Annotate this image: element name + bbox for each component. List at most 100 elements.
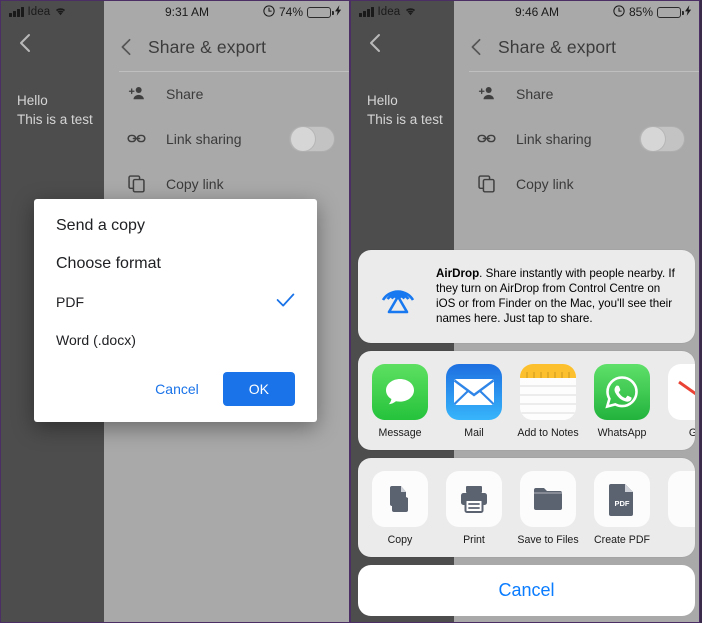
folder-icon: [520, 471, 576, 527]
pdf-file-icon: PDF: [594, 471, 650, 527]
menu-item-label: Share: [166, 85, 204, 102]
document-line-2: This is a test: [367, 112, 443, 127]
ok-button[interactable]: OK: [222, 372, 295, 406]
more-icon: [668, 471, 695, 527]
menu-item-label: Link sharing: [516, 130, 592, 147]
action-more[interactable]: [666, 471, 695, 546]
share-sheet-cancel-button[interactable]: Cancel: [358, 565, 695, 616]
status-bar-right-group: 74%: [263, 1, 342, 23]
person-add-icon: [126, 83, 160, 104]
link-icon: [126, 128, 160, 149]
menu-item-label: Link sharing: [166, 130, 242, 147]
print-icon: [446, 471, 502, 527]
share-menu-right: Share Link sharing Copy link: [454, 71, 699, 206]
dialog-subtitle: Choose format: [56, 255, 161, 272]
action-print[interactable]: Print: [444, 471, 504, 546]
screenshot-root: Idea 9:31 AM 74% Share & export Hello Th…: [0, 0, 702, 623]
bolt-icon: [685, 5, 692, 19]
menu-item-label: Copy link: [166, 175, 224, 192]
document-body-right: Hello This is a test: [367, 91, 443, 129]
menu-item-label: Copy link: [516, 175, 574, 192]
airdrop-title: AirDrop: [436, 267, 480, 280]
action-label: Save to Files: [517, 534, 579, 546]
alarm-icon: [263, 4, 275, 20]
action-label: Create PDF: [594, 534, 650, 546]
cancel-button[interactable]: Cancel: [141, 373, 213, 405]
svg-text:PDF: PDF: [615, 499, 630, 508]
document-line-1: Hello: [17, 93, 48, 108]
menu-item-copy-link-right[interactable]: Copy link: [454, 161, 699, 206]
menu-item-share-right[interactable]: Share: [454, 71, 699, 116]
status-bar-right: Idea 9:46 AM 85%: [351, 1, 699, 23]
copy-action-icon: [372, 471, 428, 527]
share-target-label: Message: [378, 427, 422, 439]
menu-item-label: Share: [516, 85, 554, 102]
format-option-label: Word (.docx): [56, 332, 136, 348]
status-bar-left: Idea 9:31 AM 74%: [1, 1, 349, 23]
check-icon: [276, 293, 295, 310]
document-back-button-right[interactable]: [365, 31, 385, 60]
share-menu-left: Share Link sharing Copy link: [104, 71, 349, 206]
action-create-pdf[interactable]: PDF Create PDF: [592, 471, 652, 546]
messages-icon: [372, 364, 428, 420]
format-option-word[interactable]: Word (.docx): [56, 332, 295, 348]
bolt-icon: [335, 5, 342, 19]
document-line-1: Hello: [367, 93, 398, 108]
share-target-message[interactable]: Message: [370, 364, 430, 439]
action-label: Print: [463, 534, 485, 546]
share-sheet-apps-card: Message Mail Add to Notes WhatsApp: [358, 351, 695, 450]
battery-icon: [657, 6, 684, 18]
menu-item-share-left[interactable]: Share: [104, 71, 349, 116]
share-target-notes[interactable]: Add to Notes: [517, 364, 579, 439]
link-sharing-toggle-left[interactable]: [289, 125, 335, 152]
share-target-label: Mail: [464, 427, 484, 439]
ios-share-sheet: AirDrop. Share instantly with people nea…: [358, 250, 695, 622]
phone-screen-right: Idea 9:46 AM 85% Share & export Hello Th…: [350, 0, 700, 623]
share-target-label: Add to Notes: [517, 427, 579, 439]
menu-item-link-sharing-left[interactable]: Link sharing: [104, 116, 349, 161]
person-add-icon: [476, 83, 510, 104]
airdrop-icon: [372, 270, 424, 327]
back-button-right[interactable]: [454, 36, 498, 58]
share-actions-row[interactable]: Copy Print Save to Files PDF Create PDF: [358, 458, 695, 557]
format-option-pdf[interactable]: PDF: [56, 293, 295, 310]
document-line-2: This is a test: [17, 112, 93, 127]
battery-percent-label: 74%: [278, 5, 303, 19]
link-icon: [476, 128, 510, 149]
action-save-to-files[interactable]: Save to Files: [517, 471, 579, 546]
alarm-icon: [613, 4, 625, 20]
copy-icon: [476, 173, 510, 194]
share-target-whatsapp[interactable]: WhatsApp: [592, 364, 652, 439]
send-a-copy-dialog: Send a copy Choose format PDF Word (.doc…: [34, 199, 317, 422]
battery-icon: [307, 6, 334, 18]
dialog-actions: Cancel OK: [56, 370, 295, 412]
menu-item-link-sharing-right[interactable]: Link sharing: [454, 116, 699, 161]
nav-bar-left: Share & export: [104, 23, 349, 71]
back-button-left[interactable]: [104, 36, 148, 58]
share-sheet-card: AirDrop. Share instantly with people nea…: [358, 250, 695, 343]
status-bar-right-group: 85%: [613, 1, 692, 23]
battery-percent-label: 85%: [628, 5, 653, 19]
page-title-left: Share & export: [148, 36, 267, 57]
action-label: Copy: [387, 534, 413, 546]
nav-bar-right: Share & export: [454, 23, 699, 71]
airdrop-description: AirDrop. Share instantly with people nea…: [436, 266, 681, 326]
share-apps-row[interactable]: Message Mail Add to Notes WhatsApp: [358, 351, 695, 450]
whatsapp-icon: [594, 364, 650, 420]
share-target-gmail[interactable]: Go: [666, 364, 695, 439]
share-target-mail[interactable]: Mail: [444, 364, 504, 439]
share-sheet-actions-card: Copy Print Save to Files PDF Create PDF: [358, 458, 695, 557]
copy-icon: [126, 173, 160, 194]
document-back-button-left[interactable]: [15, 31, 35, 60]
phone-screen-left: Idea 9:31 AM 74% Share & export Hello Th…: [0, 0, 350, 623]
page-title-right: Share & export: [498, 36, 617, 57]
notes-icon: [520, 364, 576, 420]
link-sharing-toggle-right[interactable]: [639, 125, 685, 152]
gmail-icon: [668, 364, 695, 420]
airdrop-section[interactable]: AirDrop. Share instantly with people nea…: [358, 250, 695, 343]
share-target-label: Go: [689, 427, 695, 439]
action-copy[interactable]: Copy: [370, 471, 430, 546]
share-target-label: WhatsApp: [597, 427, 647, 439]
document-body-left: Hello This is a test: [17, 91, 93, 129]
format-option-label: PDF: [56, 293, 84, 310]
